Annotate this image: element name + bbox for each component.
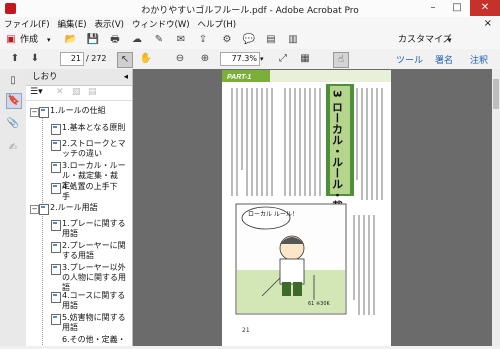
bookmark-icon: [51, 314, 61, 325]
email-icon[interactable]: ✉: [174, 33, 188, 47]
bookmark-item[interactable]: 4.コースに関する用語: [51, 291, 128, 311]
comment-tab[interactable]: 注釈: [470, 53, 488, 66]
create-dropdown-icon[interactable]: ▾: [47, 33, 51, 47]
zoom-input[interactable]: 77.3%: [220, 52, 260, 66]
bookmark-icon: [51, 292, 61, 303]
create-pdf-icon: ▣: [6, 34, 16, 45]
title-bar: わかりやすいゴルフルール.pdf - Adobe Acrobat Pro – □…: [0, 0, 500, 18]
options-icon[interactable]: ☰▾: [30, 87, 43, 97]
prev-page-icon[interactable]: ⬆: [8, 52, 22, 66]
next-page-icon[interactable]: ⬇: [28, 52, 42, 66]
upload-icon[interactable]: ☁: [130, 33, 144, 47]
select-tool-icon[interactable]: ↖: [117, 52, 133, 68]
fit-width-icon[interactable]: ▦: [298, 52, 312, 66]
bookmark-item[interactable]: 2.ストロークとマッチの違い: [51, 139, 128, 159]
bookmark-icon: [51, 162, 61, 173]
illustration-note: 61 ※30K: [308, 301, 331, 307]
speech-balloon: ローカル ルール！: [248, 211, 298, 218]
bookmark-item[interactable]: 6.その他・定義・の: [62, 335, 128, 345]
page-content: PART-1 3 ローカル・ルール・裁定集・裁定 ローカル ルール！ 61 ※3…: [222, 70, 391, 334]
signature-icon[interactable]: ✍: [6, 141, 20, 155]
collapse-toggle[interactable]: −: [30, 108, 39, 117]
page-total: / 272: [86, 54, 107, 63]
close-panel-icon[interactable]: ◂: [124, 69, 128, 85]
customize-dropdown-icon[interactable]: ▾: [448, 33, 452, 47]
delete-bookmark-icon[interactable]: ✕: [56, 87, 64, 97]
menu-view[interactable]: 表示(V): [91, 17, 128, 31]
tree-guide: [42, 115, 43, 345]
stamp-icon[interactable]: ▥: [286, 33, 300, 47]
comment-icon[interactable]: 💬: [242, 33, 256, 47]
menu-bar: ファイル(F) 編集(E) 表示(V) ウィンドウ(W) ヘルプ(H) ×: [0, 17, 500, 31]
menu-file[interactable]: ファイル(F): [0, 17, 54, 31]
bookmark-item[interactable]: 4.処置の上手下手: [51, 182, 122, 202]
bookmark-item[interactable]: 1.プレーに関する用語: [51, 219, 128, 239]
pdf-page: PART-1 3 ローカル・ルール・裁定集・裁定 ローカル ルール！ 61 ※3…: [222, 70, 391, 346]
bookmark-icon: [51, 264, 61, 275]
page-number: 21: [242, 327, 250, 334]
bookmark-icon: [51, 183, 61, 194]
hand-tool-icon[interactable]: ✋: [139, 52, 153, 66]
part-label: PART-1: [227, 74, 251, 81]
bookmark-icon: [51, 220, 61, 231]
bookmark-icon: [51, 242, 61, 253]
menu-help[interactable]: ヘルプ(H): [194, 17, 241, 31]
print-icon[interactable]: 🖶: [108, 33, 122, 47]
open-icon[interactable]: 📂: [64, 33, 78, 47]
share-icon[interactable]: ⇪: [196, 33, 210, 47]
bookmark-icon: [39, 204, 49, 215]
expand-bookmark-icon[interactable]: ▤: [88, 87, 97, 97]
bookmarks-icon[interactable]: 🔖: [6, 93, 22, 109]
bookmark-item[interactable]: 5.妨害物に関する用語: [51, 313, 128, 333]
page-number-input[interactable]: 21: [60, 52, 84, 66]
bookmarks-panel: しおり ◂ ☰▾ ✕ ▧ ▤ − 1.ルールの仕組 1.基本となる原則 2.スト…: [26, 69, 133, 346]
bookmark-item[interactable]: 3.プレーヤー以外の人物に関する用語: [51, 263, 128, 293]
zoom-out-icon[interactable]: ⊖: [173, 52, 187, 66]
bookmark-item[interactable]: 2.ルール用語: [39, 203, 130, 215]
bookmark-icon: [39, 107, 49, 118]
zoom-in-icon[interactable]: ⊕: [198, 52, 212, 66]
minimize-button[interactable]: –: [421, 0, 445, 16]
save-icon[interactable]: 💾: [86, 33, 100, 47]
attachment-icon[interactable]: 📎: [6, 117, 20, 131]
form-icon[interactable]: ▤: [264, 33, 278, 47]
close-document-button[interactable]: ×: [480, 17, 496, 30]
bookmark-item[interactable]: 1.基本となる原則: [51, 123, 130, 135]
bookmarks-tools: ☰▾ ✕ ▧ ▤: [26, 86, 132, 101]
scroll-thumb[interactable]: [493, 79, 499, 109]
new-bookmark-icon[interactable]: ▧: [72, 87, 81, 97]
bookmark-item[interactable]: 2.プレーヤーに関する用語: [51, 241, 128, 261]
navigation-toolbar: ⬆ ⬇ 21 / 272 ↖ ✋ ⊖ ⊕ 77.3% ▾ ⤢ ▦ ☝ ツール 署…: [0, 49, 500, 70]
menu-edit[interactable]: 編集(E): [54, 17, 91, 31]
close-button[interactable]: ✕: [470, 0, 500, 16]
read-mode-icon[interactable]: ☝: [333, 52, 349, 68]
customize-button[interactable]: カスタマイズ: [398, 33, 452, 47]
vertical-scrollbar[interactable]: [492, 69, 500, 346]
bookmark-icon: [51, 124, 61, 135]
bookmark-item[interactable]: 1.ルールの仕組: [39, 106, 130, 118]
menu-window[interactable]: ウィンドウ(W): [128, 17, 194, 31]
create-button[interactable]: 作成: [20, 33, 38, 47]
bookmark-icon: [51, 140, 61, 151]
zoom-dropdown-icon[interactable]: ▾: [260, 52, 264, 66]
main-toolbar: ▣ 作成 ▾ 📂 💾 🖶 ☁ ✎ ✉ ⇪ ⚙ 💬 ▤ ▥ カスタマイズ ▾: [0, 31, 500, 50]
gear-icon[interactable]: ⚙: [220, 33, 234, 47]
bookmarks-header: しおり ◂: [26, 69, 132, 86]
maximize-button[interactable]: □: [445, 0, 469, 16]
bookmarks-title: しおり: [32, 72, 58, 82]
page-thumbnails-icon[interactable]: ▯: [6, 74, 20, 88]
sign-tab[interactable]: 署名: [435, 53, 453, 66]
edit-icon[interactable]: ✎: [152, 33, 166, 47]
collapse-toggle[interactable]: −: [30, 205, 39, 214]
fit-page-icon[interactable]: ⤢: [276, 52, 290, 66]
tools-tab[interactable]: ツール: [396, 53, 423, 66]
navigation-strip: ▯ 🔖 📎 ✍: [0, 69, 27, 346]
